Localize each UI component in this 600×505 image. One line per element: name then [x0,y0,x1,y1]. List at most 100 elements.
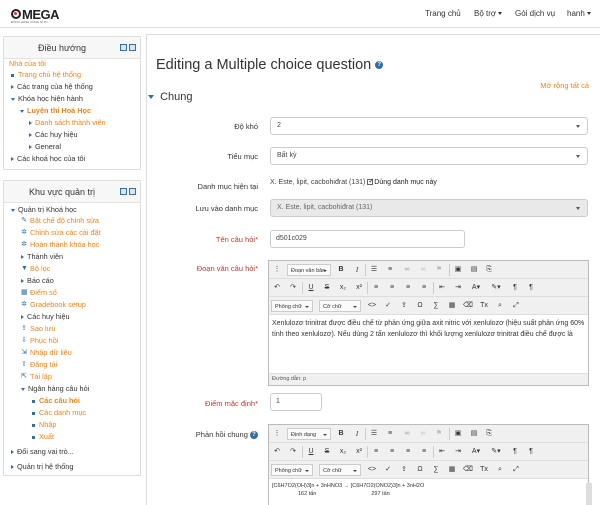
difficulty-select[interactable]: 2 [270,117,588,135]
align-right-icon[interactable]: ≡ [402,282,414,294]
clear-formatting-icon[interactable]: Tx [478,464,490,476]
admin-item-backup[interactable]: ⇪ Sao lưu [21,324,56,334]
admin-item-course-admin[interactable]: Quản trị Khoá học [11,205,77,215]
admin-item-turn-editing-on[interactable]: ✎ Bật chế độ chỉnh sửa [21,216,99,226]
link-icon[interactable]: ∞ [401,264,413,276]
search-replace-icon[interactable]: ⌕ [494,464,506,476]
image-icon[interactable]: ▣ [452,264,464,276]
admin-item-categories[interactable]: Các danh mục [32,408,86,418]
admin-item-restore[interactable]: ⇩ Phục hồi [21,336,58,346]
sidebar-item-general[interactable]: General [29,142,61,152]
anchor-icon[interactable]: ⚑ [433,264,445,276]
admin-item-users[interactable]: Thành viên [21,252,63,262]
align-left-icon[interactable]: ≡ [370,282,382,294]
admin-item-site-admin[interactable]: Quản trị hệ thống [11,462,73,472]
unlink-icon[interactable]: ∞ [417,264,429,276]
admin-item-questions[interactable]: Các câu hỏi [32,396,80,406]
bullet-list-icon[interactable]: ☰ [368,428,380,440]
admin-item-question-export[interactable]: Xuất [32,432,54,442]
admin-item-grades[interactable]: ▦ Điểm số [21,288,57,298]
spellcheck-icon[interactable]: ✓ [382,464,394,476]
sidebar-item-course-chemistry[interactable]: Luyện thi Hoá Học [20,106,91,116]
question-text-content[interactable]: Xenlulozơ trinitrat được điều chế từ phả… [269,315,588,373]
nav-home-link[interactable]: Trang chủ [425,9,461,18]
outdent-icon[interactable]: ⇤ [436,282,448,294]
admin-item-reset[interactable]: ⇱ Tái lập [21,372,52,382]
admin-item-switch-role[interactable]: Đổi sang vai trò... [11,447,74,457]
align-center-icon[interactable]: ≡ [386,282,398,294]
table-icon[interactable]: ▦ [446,300,458,312]
sidebar-item-participants[interactable]: Danh sách thành viên [29,118,106,128]
upload-icon[interactable]: ⇪ [398,464,410,476]
equation-icon[interactable]: Ω [414,300,426,312]
paste-icon[interactable]: ⎘ [483,428,495,440]
underline-icon[interactable]: U [305,446,317,458]
special-char-icon[interactable]: ∑ [430,464,442,476]
cleanup-icon[interactable]: ⌫ [462,300,474,312]
special-char-icon[interactable]: ∑ [430,300,442,312]
nav-services-link[interactable]: Gói dịch vụ [515,9,555,18]
superscript-icon[interactable]: x² [353,282,365,294]
section-general-toggle[interactable]: Chung [148,91,192,103]
admin-item-question-import[interactable]: Nhập [32,420,56,430]
redo-icon[interactable]: ↷ [287,282,299,294]
admin-item-badges[interactable]: Các huy hiệu [21,312,70,322]
outdent-icon[interactable]: ⇤ [436,446,448,458]
site-logo[interactable]: MEGA ĐỒNG HÀNH CÙNG SĨ TỬ [11,6,60,24]
general-feedback-content[interactable]: [C6H7O2(OH)3]n + 3nHNO3 → [C6H7O2(ONO2)3… [269,479,588,505]
text-color-icon[interactable]: A▾ [468,446,484,458]
question-name-input[interactable]: d501c029 [270,230,465,248]
subscript-icon[interactable]: x₂ [337,282,349,294]
align-center-icon[interactable]: ≡ [386,446,398,458]
admin-item-question-bank[interactable]: Ngân hàng câu hỏi [21,384,89,394]
unlink-icon[interactable]: ∞ [417,428,429,440]
ltr-icon[interactable]: ¶ [509,446,521,458]
numbered-list-icon[interactable]: ≡ [384,428,396,440]
font-family-select[interactable]: Phông chữ [271,464,313,476]
redo-icon[interactable]: ↷ [287,446,299,458]
background-color-icon[interactable]: ✎▾ [488,446,504,458]
ltr-icon[interactable]: ¶ [509,282,521,294]
fullscreen-icon[interactable]: ⤢ [510,464,522,476]
undo-icon[interactable]: ↶ [271,282,283,294]
image-icon[interactable]: ▣ [452,428,464,440]
paste-icon[interactable]: ⎘ [483,264,495,276]
subscript-icon[interactable]: x₂ [337,446,349,458]
admin-item-publish[interactable]: ⇧ Đăng tải [21,360,57,370]
sidebar-item-my-courses[interactable]: Các khoá học của tôi [11,154,85,164]
dock-icon[interactable] [120,44,127,51]
nav-tools-menu[interactable]: Bộ trợ [474,9,503,18]
admin-item-filters[interactable]: ▼ Bộ lọc [21,264,50,274]
search-replace-icon[interactable]: ⌕ [494,300,506,312]
strikethrough-icon[interactable]: S [321,446,333,458]
font-family-select[interactable]: Phông chữ [271,300,313,312]
user-menu[interactable]: hanh [567,9,591,18]
anchor-icon[interactable]: ⚑ [433,428,445,440]
default-mark-input[interactable]: 1 [270,393,322,411]
equation-icon[interactable]: Ω [414,464,426,476]
admin-item-import[interactable]: ⇲ Nhập dữ liệu [21,348,72,358]
italic-icon[interactable]: I [351,264,363,276]
bold-icon[interactable]: B [335,428,347,440]
align-right-icon[interactable]: ≡ [402,446,414,458]
help-icon[interactable]: ? [375,61,384,70]
admin-item-gradebook-setup[interactable]: ✲ Gradebook setup [21,300,86,310]
italic-icon[interactable]: I [351,428,363,440]
font-size-select[interactable]: Cỡ chữ [319,464,361,476]
admin-item-edit-settings[interactable]: ✲ Chỉnh sửa các cài đặt [21,228,101,238]
code-icon[interactable]: <> [366,300,378,312]
font-size-select[interactable]: Cỡ chữ [319,300,361,312]
justify-icon[interactable]: ≡ [418,282,430,294]
superscript-icon[interactable]: x² [353,446,365,458]
upload-icon[interactable]: ⇪ [398,300,410,312]
align-left-icon[interactable]: ≡ [370,446,382,458]
format-select[interactable]: Định dạng [287,428,331,440]
admin-item-reports[interactable]: Báo cáo [21,276,54,286]
sidebar-item-badges[interactable]: Các huy hiệu [29,130,78,140]
bold-icon[interactable]: B [335,264,347,276]
numbered-list-icon[interactable]: ≡ [384,264,396,276]
paragraph-format-select[interactable]: Đoạn văn bản [287,264,331,276]
save-in-category-select[interactable]: X. Este, lipit, cacbohiđrat (131) [270,199,588,217]
editor-scrollbar[interactable] [586,483,592,505]
clear-formatting-icon[interactable]: Tx [478,300,490,312]
